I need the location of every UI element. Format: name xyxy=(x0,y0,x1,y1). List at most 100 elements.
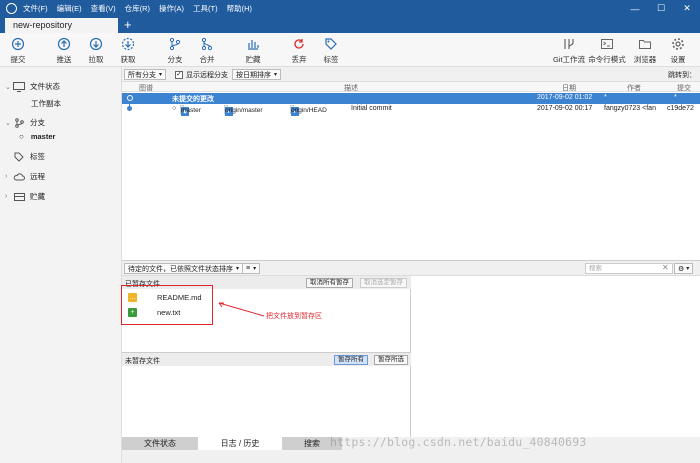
unstage-all-button[interactable]: 取消所有暂存 xyxy=(306,278,353,288)
tag-icon xyxy=(13,152,25,162)
branch-filter-label: 所有分支 xyxy=(128,71,156,79)
maximize-button[interactable]: ☐ xyxy=(648,0,674,17)
fetch-icon xyxy=(120,36,136,52)
column-description[interactable]: 描述 xyxy=(344,83,358,93)
discard-button[interactable]: 丢弃 xyxy=(282,36,316,65)
pending-files-sort-label: 待定的文件，已依照文件状态排序 xyxy=(128,265,233,273)
filter-bar: 所有分支 ▾ ✓ 显示远程分支 按日期排序 ▾ 跳转到： xyxy=(122,67,700,82)
show-remote-toggle[interactable]: ✓ 显示远程分支 xyxy=(172,69,231,80)
current-branch-icon: ○ xyxy=(19,132,24,141)
sidebar-item-branches[interactable]: ⌄ 分支 xyxy=(0,117,45,128)
unstaged-panel-header: 未暂存文件 暂存所有 暂存所选 xyxy=(122,353,411,366)
column-author[interactable]: 作者 xyxy=(627,83,641,93)
ref-master[interactable]: ◆ master xyxy=(180,105,201,116)
menu-repository[interactable]: 仓库(R) xyxy=(125,3,150,14)
settings-button[interactable]: 设置 xyxy=(661,36,695,65)
sidebar-item-file-status[interactable]: ⌄ 文件状态 xyxy=(0,81,60,92)
sidebar-item-tags[interactable]: 标签 xyxy=(13,151,45,162)
tab-bar: new-repository + xyxy=(0,17,700,33)
view-mode-dropdown[interactable]: ≡ ▾ xyxy=(242,263,261,274)
commit-date: 2017-09-02 01:02 xyxy=(537,94,593,101)
ref-origin-master[interactable]: ▸ origin/master xyxy=(224,105,263,116)
sidebar-item-master[interactable]: ○ master xyxy=(19,132,55,141)
head-marker-icon: ○ xyxy=(172,105,177,112)
commit-author: * xyxy=(604,94,607,101)
discard-label: 丢弃 xyxy=(291,55,307,64)
window-controls: — ☐ ✕ xyxy=(622,0,700,17)
tag-icon xyxy=(323,36,339,52)
sidebar-label-file-status: 文件状态 xyxy=(30,82,60,91)
branch-button[interactable]: 分支 xyxy=(158,36,192,65)
chevron-right-icon[interactable]: › xyxy=(5,193,13,200)
graph-node-icon xyxy=(127,106,132,111)
stash-label: 贮藏 xyxy=(245,55,261,64)
column-date[interactable]: 日期 xyxy=(562,83,576,93)
terminal-button[interactable]: 命令行模式 xyxy=(588,36,626,65)
stage-all-button[interactable]: 暂存所有 xyxy=(334,355,368,365)
minimize-button[interactable]: — xyxy=(622,0,648,17)
commit-row-initial[interactable]: ○ ◆ master ▸ origin/master ▸ origin/HEAD In… xyxy=(122,104,700,116)
push-icon xyxy=(56,36,72,52)
sidebar-item-remotes[interactable]: › 远程 xyxy=(0,171,45,182)
pull-label: 拉取 xyxy=(88,55,104,64)
stash-icon xyxy=(13,192,25,202)
branch-filter-dropdown[interactable]: 所有分支 ▾ xyxy=(124,69,167,80)
jump-to-label[interactable]: 跳转到： xyxy=(668,70,696,80)
commit-button[interactable]: 提交 xyxy=(1,36,35,65)
branch-icon xyxy=(13,117,25,128)
chevron-right-icon[interactable]: › xyxy=(5,173,13,180)
commit-hash: * xyxy=(674,94,677,101)
commit-icon xyxy=(10,36,26,52)
pending-files-sort-dropdown[interactable]: 待定的文件，已依照文件状态排序 ▾ xyxy=(124,263,244,274)
commit-description: 未提交的更改 xyxy=(172,96,214,103)
tab-log-history[interactable]: 日志 / 历史 xyxy=(198,437,282,450)
column-commit[interactable]: 提交 xyxy=(677,83,691,93)
commit-date: 2017-09-02 00:17 xyxy=(537,105,593,112)
stage-selected-button[interactable]: 暂存所选 xyxy=(374,355,408,365)
fetch-label: 获取 xyxy=(120,55,136,64)
merge-button[interactable]: 合并 xyxy=(190,36,224,65)
branch-label: 分支 xyxy=(167,55,183,64)
list-icon: ≡ xyxy=(246,265,251,272)
ref-origin-head[interactable]: ▸ origin/HEAD xyxy=(290,105,327,116)
fetch-button[interactable]: 获取 xyxy=(111,36,145,65)
push-label: 推送 xyxy=(56,55,72,64)
repository-tab[interactable]: new-repository xyxy=(5,18,118,33)
menu-view[interactable]: 查看(V) xyxy=(91,3,116,14)
search-input[interactable]: 搜索 xyxy=(585,263,673,274)
explorer-button[interactable]: 浏览器 xyxy=(628,36,662,65)
menu-edit[interactable]: 编辑(E) xyxy=(57,3,82,14)
clear-search-icon[interactable]: ✕ xyxy=(662,263,669,272)
menu-tools[interactable]: 工具(T) xyxy=(193,3,218,14)
tab-file-status[interactable]: 文件状态 xyxy=(122,437,198,450)
unstage-selected-button[interactable]: 取消选定暂存 xyxy=(360,278,407,288)
graph-node-icon xyxy=(127,95,133,101)
sidebar-label-branches: 分支 xyxy=(30,118,45,127)
sidebar-item-stashes[interactable]: › 贮藏 xyxy=(0,191,45,202)
stash-button[interactable]: 贮藏 xyxy=(236,36,270,65)
ref-label: origin/master xyxy=(225,107,263,114)
gitflow-button[interactable]: Git工作流 xyxy=(552,36,586,65)
chevron-down-icon[interactable]: ⌄ xyxy=(5,119,13,127)
close-button[interactable]: ✕ xyxy=(674,0,700,17)
pull-button[interactable]: 拉取 xyxy=(79,36,113,65)
push-button[interactable]: 推送 xyxy=(47,36,81,65)
menu-file[interactable]: 文件(F) xyxy=(23,3,48,14)
main-panel: 所有分支 ▾ ✓ 显示远程分支 按日期排序 ▾ 跳转到： 图谱 描述 日期 作者 提交… xyxy=(122,67,700,463)
menu-help[interactable]: 帮助(H) xyxy=(227,3,252,14)
tag-button[interactable]: 标签 xyxy=(314,36,348,65)
chevron-down-icon[interactable]: ⌄ xyxy=(5,83,13,91)
menu-actions[interactable]: 操作(A) xyxy=(159,3,184,14)
commit-row-uncommitted[interactable]: 未提交的更改 2017-09-02 01:02 * * xyxy=(122,93,700,104)
sidebar-item-working-copy[interactable]: 工作副本 xyxy=(31,98,61,109)
commit-author: fangzy0723 <fan xyxy=(604,105,656,112)
app-logo-icon xyxy=(6,3,17,14)
options-dropdown[interactable]: ⚙ ▾ xyxy=(674,263,694,274)
annotation-arrow-icon xyxy=(218,302,265,317)
ref-label: origin/HEAD xyxy=(291,107,327,114)
sort-dropdown[interactable]: 按日期排序 ▾ xyxy=(232,69,282,80)
new-tab-button[interactable]: + xyxy=(124,17,132,32)
merge-label: 合并 xyxy=(199,55,215,64)
column-graph[interactable]: 图谱 xyxy=(139,83,153,93)
show-remote-checkbox[interactable]: ✓ xyxy=(175,70,183,79)
